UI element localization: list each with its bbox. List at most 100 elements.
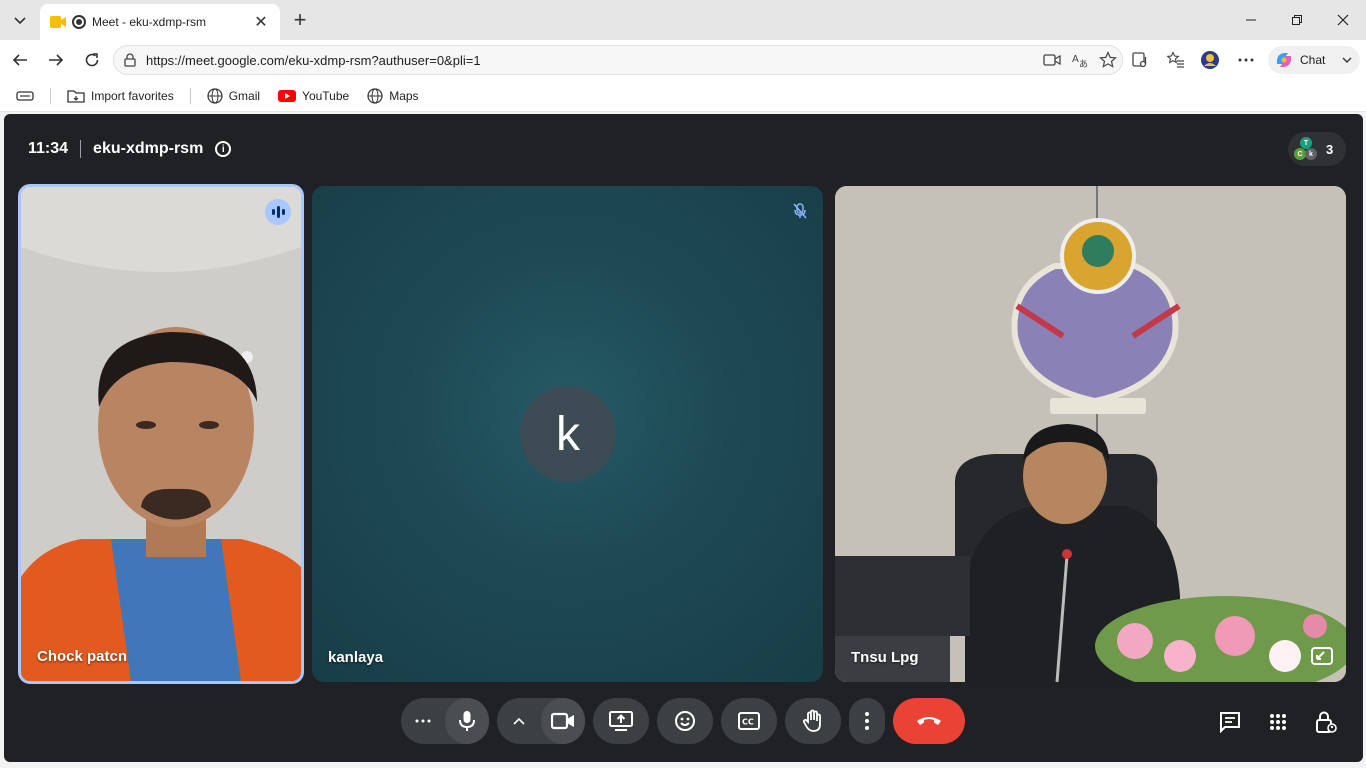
host-controls-button[interactable] — [1312, 708, 1340, 736]
avatar: k — [1305, 148, 1317, 160]
recording-indicator-icon — [72, 15, 86, 29]
profile-avatar-icon — [1201, 51, 1219, 69]
more-horizontal-icon — [1238, 58, 1254, 62]
info-icon[interactable]: i — [215, 141, 232, 157]
address-bar-row: https://meet.google.com/eku-xdmp-rsm?aut… — [0, 40, 1366, 80]
restore-button[interactable] — [1274, 0, 1320, 40]
leave-call-button[interactable] — [893, 698, 965, 744]
audio-control-group — [401, 698, 489, 744]
forward-button[interactable] — [44, 48, 68, 72]
music-note-icon — [1132, 52, 1147, 68]
chat-icon — [1220, 712, 1240, 733]
hand-icon — [802, 709, 821, 732]
import-folder-icon — [67, 89, 85, 103]
meeting-code: eku-xdmp-rsm — [93, 140, 204, 157]
activities-button[interactable] — [1264, 708, 1292, 736]
participant-tile-tnsu[interactable]: Tnsu Lpg — [835, 186, 1346, 682]
reading-view-button[interactable] — [10, 88, 40, 104]
back-button[interactable] — [8, 48, 32, 72]
info-divider — [80, 140, 82, 158]
globe-icon — [207, 87, 223, 104]
more-options-button[interactable] — [849, 698, 885, 744]
reload-button[interactable] — [80, 48, 104, 72]
meeting-info: 11:34 eku-xdmp-rsm i — [28, 140, 232, 158]
camera-button[interactable] — [541, 698, 585, 744]
present-screen-icon — [609, 711, 633, 731]
bookmark-label: YouTube — [302, 88, 350, 103]
tab-bar: Meet - eku-xdmp-rsm ✕ + — [0, 0, 1366, 40]
svg-text:A: A — [1072, 54, 1079, 65]
meet-favicon-icon — [50, 16, 66, 28]
bookmark-maps[interactable]: Maps — [361, 86, 424, 106]
address-field[interactable]: https://meet.google.com/eku-xdmp-rsm?aut… — [113, 45, 1123, 75]
bookmark-import-favorites[interactable]: Import favorites — [61, 86, 180, 106]
restore-icon — [1292, 15, 1302, 25]
minimize-button[interactable] — [1228, 0, 1274, 40]
copilot-icon — [1276, 53, 1292, 67]
favorites-button[interactable] — [1164, 48, 1188, 72]
participant-avatar: k — [520, 386, 616, 482]
more-vertical-icon — [865, 712, 869, 730]
read-aloud-button[interactable] — [1128, 48, 1152, 72]
participant-video — [21, 187, 301, 681]
favorites-list-icon — [1167, 51, 1184, 68]
participant-name: Chock patcn — [37, 648, 128, 665]
active-tab[interactable]: Meet - eku-xdmp-rsm ✕ — [40, 4, 280, 40]
settings-more-button[interactable] — [1234, 48, 1258, 72]
svg-text:CC: CC — [742, 718, 754, 727]
bookmark-divider — [189, 87, 191, 104]
globe-icon — [367, 87, 383, 104]
reactions-button[interactable] — [657, 698, 713, 744]
more-horizontal-icon — [415, 719, 431, 723]
minimize-icon — [1246, 19, 1256, 21]
video-camera-icon — [551, 712, 574, 730]
arrow-left-icon — [12, 54, 27, 66]
participant-tile-chock[interactable]: Chock patcn — [18, 184, 304, 684]
tab-title: Meet - eku-xdmp-rsm — [92, 15, 207, 29]
close-icon — [1337, 14, 1349, 26]
bookmark-label: Maps — [389, 88, 419, 103]
picture-in-picture-icon[interactable] — [1310, 644, 1334, 668]
chat-button[interactable] — [1216, 708, 1244, 736]
captions-button[interactable]: CC — [721, 698, 777, 744]
raise-hand-button[interactable] — [785, 698, 841, 744]
participant-avatars: T C k — [1294, 137, 1318, 161]
lock-person-icon — [1316, 711, 1337, 733]
youtube-icon — [278, 89, 297, 102]
meet-window: 11:34 eku-xdmp-rsm i T C k 3 Chock patcn… — [4, 114, 1363, 762]
chevron-down-icon — [14, 17, 26, 25]
close-tab-icon[interactable]: ✕ — [252, 13, 270, 31]
speaking-indicator-icon — [265, 199, 291, 225]
bookmark-gmail[interactable]: Gmail — [201, 86, 266, 106]
bookmark-youtube[interactable]: YouTube — [272, 87, 355, 105]
participant-video — [835, 186, 1346, 682]
profile-button[interactable] — [1198, 48, 1222, 72]
audio-options-button[interactable] — [401, 698, 445, 744]
meeting-time: 11:34 — [28, 140, 69, 157]
favorite-star-icon[interactable] — [1094, 48, 1122, 72]
copilot-chat-button[interactable]: Chat — [1268, 46, 1360, 74]
participant-name: kanlaya — [328, 649, 384, 666]
camera-in-use-icon[interactable] — [1038, 48, 1066, 72]
bookmarks-bar: Import favorites Gmail YouTube Maps — [0, 80, 1366, 112]
participant-tile-kanlaya[interactable]: k kanlaya — [312, 186, 823, 682]
bookmark-divider — [50, 87, 51, 104]
bookmark-label: Gmail — [228, 88, 261, 103]
chat-label: Chat — [1300, 53, 1326, 67]
translate-icon[interactable]: Aあ — [1066, 48, 1094, 72]
arrow-right-icon — [49, 54, 64, 66]
participant-name: Tnsu Lpg — [851, 649, 919, 666]
mic-off-icon — [793, 203, 807, 219]
new-tab-button[interactable]: + — [288, 7, 312, 32]
tab-list-button[interactable] — [6, 6, 34, 34]
microphone-icon — [459, 711, 475, 731]
microphone-button[interactable] — [445, 698, 489, 744]
close-window-button[interactable] — [1320, 0, 1366, 40]
participants-button[interactable]: T C k 3 — [1288, 132, 1346, 166]
present-screen-button[interactable] — [593, 698, 649, 744]
end-call-icon — [917, 717, 941, 725]
emoji-icon — [675, 711, 695, 731]
reload-icon — [85, 53, 99, 67]
url-text: https://meet.google.com/eku-xdmp-rsm?aut… — [146, 52, 481, 68]
video-options-button[interactable] — [497, 698, 541, 744]
